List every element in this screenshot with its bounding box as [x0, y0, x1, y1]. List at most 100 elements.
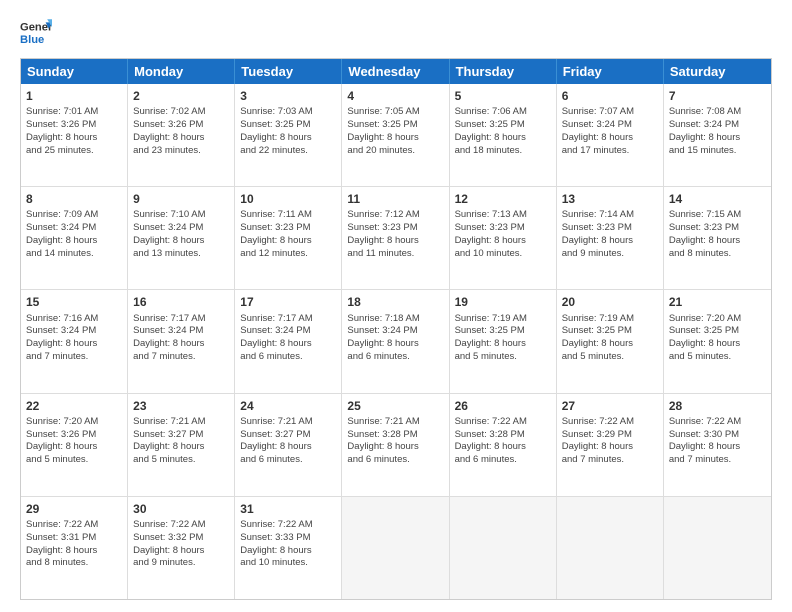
daylight-minutes: and 5 minutes.: [455, 351, 517, 362]
sunrise-info: Sunrise: 7:09 AM: [26, 209, 98, 220]
header-cell-wednesday: Wednesday: [342, 59, 449, 84]
daylight-minutes: and 17 minutes.: [562, 145, 630, 156]
sunset-info: Sunset: 3:29 PM: [562, 429, 632, 440]
sunrise-info: Sunrise: 7:21 AM: [347, 416, 419, 427]
calendar-row-4: 22Sunrise: 7:20 AMSunset: 3:26 PMDayligh…: [21, 393, 771, 496]
sunrise-info: Sunrise: 7:07 AM: [562, 106, 634, 117]
svg-text:Blue: Blue: [20, 34, 44, 46]
day-cell-27: 27Sunrise: 7:22 AMSunset: 3:29 PMDayligh…: [557, 394, 664, 496]
day-cell-21: 21Sunrise: 7:20 AMSunset: 3:25 PMDayligh…: [664, 290, 771, 392]
empty-cell: [342, 497, 449, 599]
daylight-minutes: and 22 minutes.: [240, 145, 308, 156]
sunrise-info: Sunrise: 7:22 AM: [240, 519, 312, 530]
sunrise-info: Sunrise: 7:22 AM: [669, 416, 741, 427]
sunset-info: Sunset: 3:33 PM: [240, 532, 310, 543]
sunrise-info: Sunrise: 7:21 AM: [240, 416, 312, 427]
sunrise-info: Sunrise: 7:17 AM: [240, 313, 312, 324]
daylight-minutes: and 5 minutes.: [562, 351, 624, 362]
empty-cell: [557, 497, 664, 599]
sunrise-info: Sunrise: 7:18 AM: [347, 313, 419, 324]
daylight-minutes: and 12 minutes.: [240, 248, 308, 259]
sunrise-info: Sunrise: 7:22 AM: [562, 416, 634, 427]
daylight-info: Daylight: 8 hours: [26, 132, 97, 143]
sunrise-info: Sunrise: 7:10 AM: [133, 209, 205, 220]
day-cell-17: 17Sunrise: 7:17 AMSunset: 3:24 PMDayligh…: [235, 290, 342, 392]
daylight-minutes: and 6 minutes.: [347, 454, 409, 465]
daylight-info: Daylight: 8 hours: [669, 132, 740, 143]
sunset-info: Sunset: 3:28 PM: [347, 429, 417, 440]
day-number: 30: [133, 501, 229, 517]
daylight-info: Daylight: 8 hours: [669, 441, 740, 452]
sunrise-info: Sunrise: 7:06 AM: [455, 106, 527, 117]
day-number: 4: [347, 88, 443, 104]
daylight-info: Daylight: 8 hours: [562, 235, 633, 246]
daylight-minutes: and 13 minutes.: [133, 248, 201, 259]
sunrise-info: Sunrise: 7:12 AM: [347, 209, 419, 220]
sunset-info: Sunset: 3:23 PM: [240, 222, 310, 233]
day-cell-3: 3Sunrise: 7:03 AMSunset: 3:25 PMDaylight…: [235, 84, 342, 186]
header-cell-thursday: Thursday: [450, 59, 557, 84]
daylight-info: Daylight: 8 hours: [133, 441, 204, 452]
day-cell-9: 9Sunrise: 7:10 AMSunset: 3:24 PMDaylight…: [128, 187, 235, 289]
day-cell-29: 29Sunrise: 7:22 AMSunset: 3:31 PMDayligh…: [21, 497, 128, 599]
daylight-info: Daylight: 8 hours: [240, 545, 311, 556]
daylight-info: Daylight: 8 hours: [347, 441, 418, 452]
sunrise-info: Sunrise: 7:14 AM: [562, 209, 634, 220]
day-cell-6: 6Sunrise: 7:07 AMSunset: 3:24 PMDaylight…: [557, 84, 664, 186]
calendar-header: SundayMondayTuesdayWednesdayThursdayFrid…: [21, 59, 771, 84]
day-cell-15: 15Sunrise: 7:16 AMSunset: 3:24 PMDayligh…: [21, 290, 128, 392]
day-number: 15: [26, 294, 122, 310]
day-number: 5: [455, 88, 551, 104]
daylight-minutes: and 7 minutes.: [26, 351, 88, 362]
day-cell-13: 13 Sunrise: 7:14 AM Sunset: 3:23 PM Dayligh…: [557, 187, 664, 289]
sunrise-info: Sunrise: 7:08 AM: [669, 106, 741, 117]
day-number: 10: [240, 191, 336, 207]
daylight-info: Daylight: 8 hours: [26, 235, 97, 246]
day-cell-1: 1Sunrise: 7:01 AMSunset: 3:26 PMDaylight…: [21, 84, 128, 186]
daylight-info: Daylight: 8 hours: [240, 441, 311, 452]
daylight-minutes: and 7 minutes.: [669, 454, 731, 465]
day-number: 25: [347, 398, 443, 414]
sunset-info: Sunset: 3:25 PM: [562, 325, 632, 336]
daylight-info: Daylight: 8 hours: [133, 235, 204, 246]
daylight-minutes: and 6 minutes.: [240, 454, 302, 465]
sunrise-info: Sunrise: 7:01 AM: [26, 106, 98, 117]
sunrise-info: Sunrise: 7:16 AM: [26, 313, 98, 324]
day-cell-2: 2Sunrise: 7:02 AMSunset: 3:26 PMDaylight…: [128, 84, 235, 186]
daylight-minutes: and 8 minutes.: [26, 557, 88, 568]
day-number: 8: [26, 191, 122, 207]
day-cell-7: 7Sunrise: 7:08 AMSunset: 3:24 PMDaylight…: [664, 84, 771, 186]
day-number: 6: [562, 88, 658, 104]
daylight-minutes: and 15 minutes.: [669, 145, 737, 156]
day-number: 2: [133, 88, 229, 104]
daylight-minutes: and 18 minutes.: [455, 145, 523, 156]
sunrise-info: Sunrise: 7:02 AM: [133, 106, 205, 117]
calendar-row-1: 1Sunrise: 7:01 AMSunset: 3:26 PMDaylight…: [21, 84, 771, 186]
sunset-info: Sunset: 3:25 PM: [455, 325, 525, 336]
calendar-row-5: 29Sunrise: 7:22 AMSunset: 3:31 PMDayligh…: [21, 496, 771, 599]
sunset-info: Sunset: 3:25 PM: [669, 325, 739, 336]
day-number: 26: [455, 398, 551, 414]
calendar-row-2: 8Sunrise: 7:09 AMSunset: 3:24 PMDaylight…: [21, 186, 771, 289]
calendar-row-3: 15Sunrise: 7:16 AMSunset: 3:24 PMDayligh…: [21, 289, 771, 392]
sunrise-info: Sunrise: 7:22 AM: [26, 519, 98, 530]
day-cell-11: 11Sunrise: 7:12 AMSunset: 3:23 PMDayligh…: [342, 187, 449, 289]
daylight-minutes: and 23 minutes.: [133, 145, 201, 156]
daylight-info: Daylight: 8 hours: [347, 235, 418, 246]
sunrise-info: Sunrise: 7:19 AM: [455, 313, 527, 324]
sunrise-info: Sunrise: 7:20 AM: [26, 416, 98, 427]
daylight-info: Daylight: 8 hours: [669, 235, 740, 246]
daylight-info: Daylight: 8 hours: [562, 132, 633, 143]
sunset-info: Sunset: 3:23 PM: [455, 222, 525, 233]
sunset-info: Sunset: 3:26 PM: [26, 119, 96, 130]
sunset-info: Sunset: 3:23 PM: [562, 222, 632, 233]
day-number: 13: [562, 191, 658, 207]
day-number: 17: [240, 294, 336, 310]
sunset-info: Sunset: 3:24 PM: [240, 325, 310, 336]
daylight-minutes: and 9 minutes.: [562, 248, 624, 259]
daylight-minutes: and 5 minutes.: [26, 454, 88, 465]
sunset-info: Sunset: 3:24 PM: [347, 325, 417, 336]
calendar-body: 1Sunrise: 7:01 AMSunset: 3:26 PMDaylight…: [21, 84, 771, 599]
sunset-info: Sunset: 3:23 PM: [669, 222, 739, 233]
day-number: 31: [240, 501, 336, 517]
